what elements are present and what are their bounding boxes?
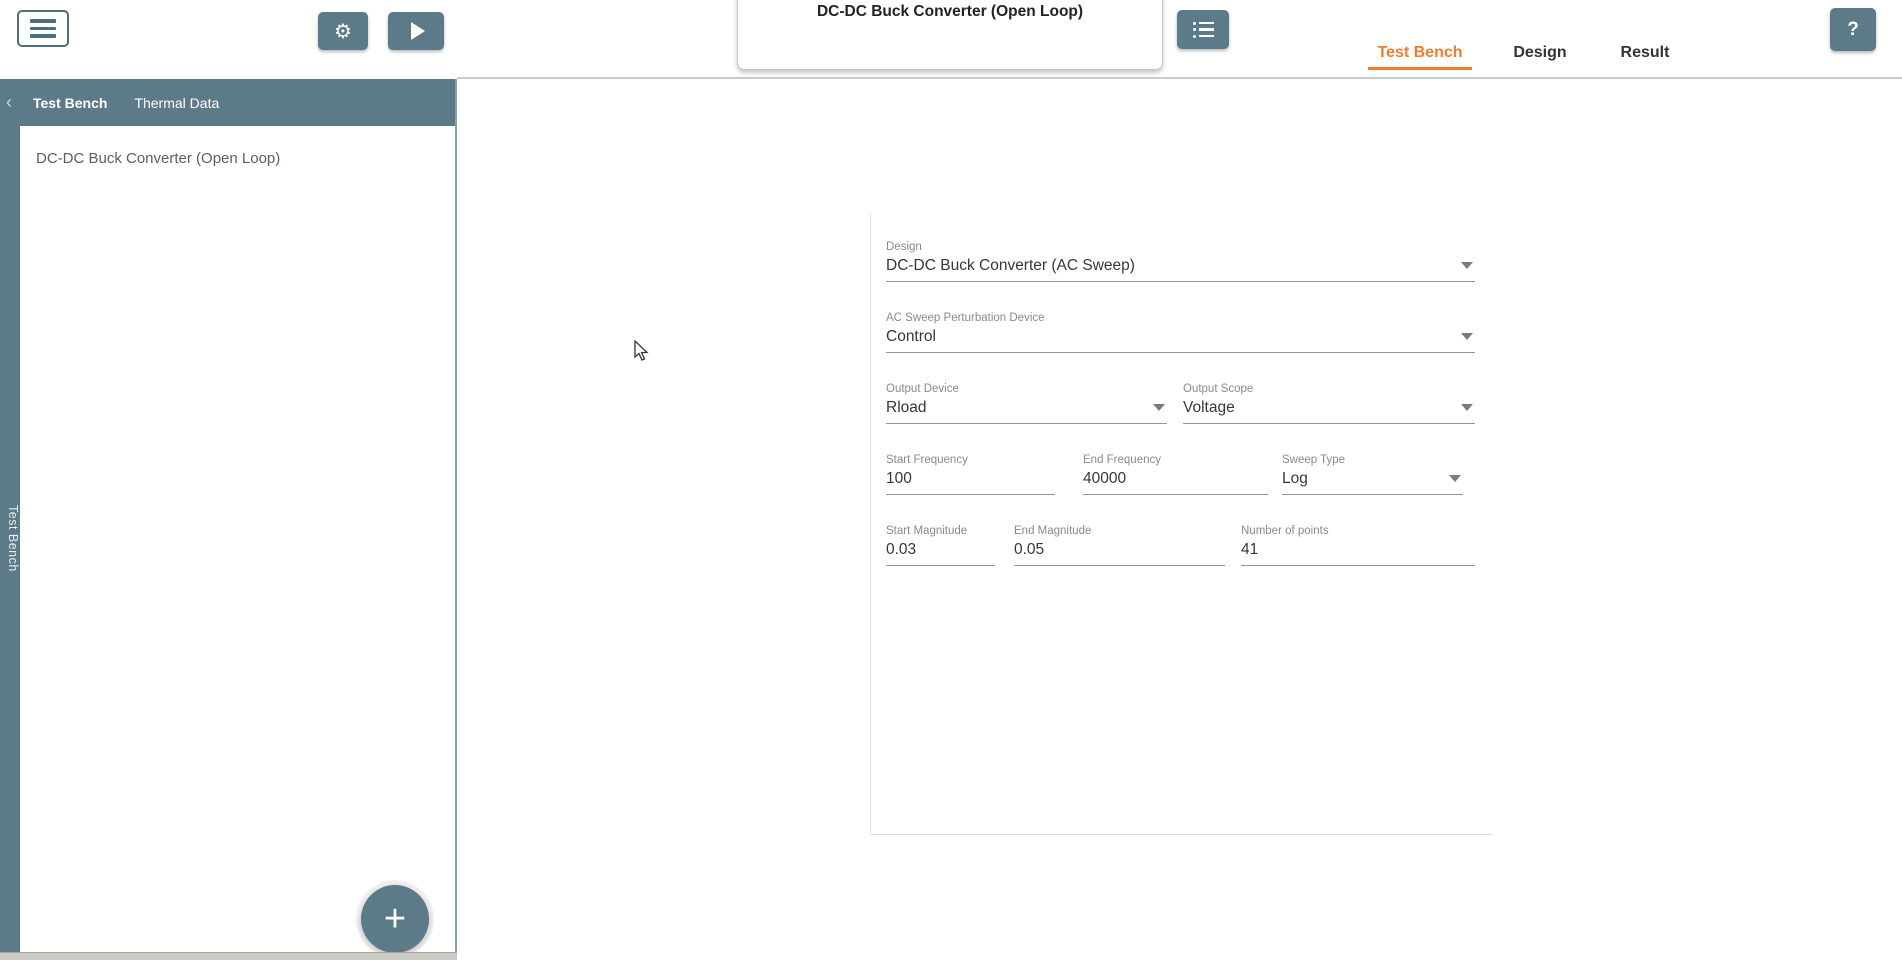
sidebar-header: ‹ Test Bench Thermal Data: [0, 79, 457, 126]
design-title-text: DC-DC Buck Converter (Open Loop): [817, 3, 1083, 21]
field-label: Number of points: [1241, 524, 1475, 539]
design-select[interactable]: Design DC-DC Buck Converter (AC Sweep): [886, 240, 1475, 282]
field-label: Design: [886, 240, 1475, 255]
end-magnitude-input[interactable]: End Magnitude 0.05: [1014, 524, 1225, 566]
perturbation-device-select[interactable]: AC Sweep Perturbation Device Control: [886, 311, 1475, 353]
field-value: Voltage: [1183, 397, 1475, 418]
tab-design[interactable]: Design: [1502, 44, 1578, 62]
settings-button[interactable]: ⚙: [318, 12, 368, 50]
field-label: End Magnitude: [1014, 524, 1225, 539]
field-label: AC Sweep Perturbation Device: [886, 311, 1475, 326]
sidebar-list-panel: DC-DC Buck Converter (Open Loop): [20, 126, 455, 952]
active-tab-underline: [1368, 67, 1472, 70]
help-icon: ?: [1847, 19, 1859, 41]
app-window: ⚙ DC-DC Buck Converter (Open Loop) Test …: [0, 0, 1902, 960]
top-toolbar: ⚙ DC-DC Buck Converter (Open Loop) Test …: [0, 0, 1902, 79]
field-label: Start Magnitude: [886, 524, 995, 539]
field-value: DC-DC Buck Converter (AC Sweep): [886, 255, 1475, 276]
hamburger-icon: [30, 19, 56, 23]
tab-test-bench[interactable]: Test Bench: [1368, 44, 1472, 62]
list-icon: [1193, 22, 1214, 38]
end-frequency-input[interactable]: End Frequency 40000: [1083, 453, 1268, 495]
chevron-down-icon[interactable]: [1461, 333, 1473, 340]
chevron-down-icon[interactable]: [1449, 475, 1461, 482]
field-value: 40000: [1083, 468, 1268, 489]
field-label: End Frequency: [1083, 453, 1268, 468]
menu-button[interactable]: [17, 10, 69, 47]
gear-icon: ⚙: [334, 19, 352, 44]
mouse-cursor-icon: [634, 340, 650, 367]
output-scope-select[interactable]: Output Scope Voltage: [1183, 382, 1475, 424]
play-icon: [411, 22, 425, 40]
field-value: 100: [886, 468, 1055, 489]
start-frequency-input[interactable]: Start Frequency 100: [886, 453, 1055, 495]
design-title-dropdown[interactable]: DC-DC Buck Converter (Open Loop): [737, 0, 1163, 70]
add-test-bench-button[interactable]: +: [361, 885, 429, 953]
field-label: Sweep Type: [1282, 453, 1463, 468]
sidebar-right-border: [455, 79, 457, 952]
field-label: Output Scope: [1183, 382, 1475, 397]
field-label: Output Device: [886, 382, 1167, 397]
run-simulation-button[interactable]: [388, 12, 444, 50]
help-button[interactable]: ?: [1830, 8, 1876, 51]
number-of-points-input[interactable]: Number of points 41: [1241, 524, 1475, 566]
field-value: Rload: [886, 397, 1167, 418]
vertical-test-bench-label[interactable]: Test Bench: [1, 505, 20, 572]
field-label: Start Frequency: [886, 453, 1055, 468]
start-magnitude-input[interactable]: Start Magnitude 0.03: [886, 524, 995, 566]
list-item[interactable]: DC-DC Buck Converter (Open Loop): [36, 150, 280, 167]
list-view-button[interactable]: [1177, 10, 1229, 49]
field-value: 41: [1241, 539, 1475, 560]
output-device-select[interactable]: Output Device Rload: [886, 382, 1167, 424]
sidebar-bottom-scrollbar[interactable]: [0, 952, 457, 960]
field-value: 0.05: [1014, 539, 1225, 560]
field-value: Log: [1282, 468, 1463, 489]
chevron-left-icon[interactable]: ‹: [1, 79, 17, 126]
content-top-divider: [457, 77, 1902, 79]
sidebar-tab-test-bench[interactable]: Test Bench: [33, 95, 107, 111]
tab-result[interactable]: Result: [1610, 44, 1680, 62]
chevron-down-icon[interactable]: [1461, 404, 1473, 411]
sweep-type-select[interactable]: Sweep Type Log: [1282, 453, 1463, 495]
chevron-down-icon[interactable]: [1153, 404, 1165, 411]
field-value: Control: [886, 326, 1475, 347]
chevron-down-icon[interactable]: [1461, 262, 1473, 269]
field-value: 0.03: [886, 539, 995, 560]
sidebar-tab-thermal-data[interactable]: Thermal Data: [134, 95, 219, 111]
